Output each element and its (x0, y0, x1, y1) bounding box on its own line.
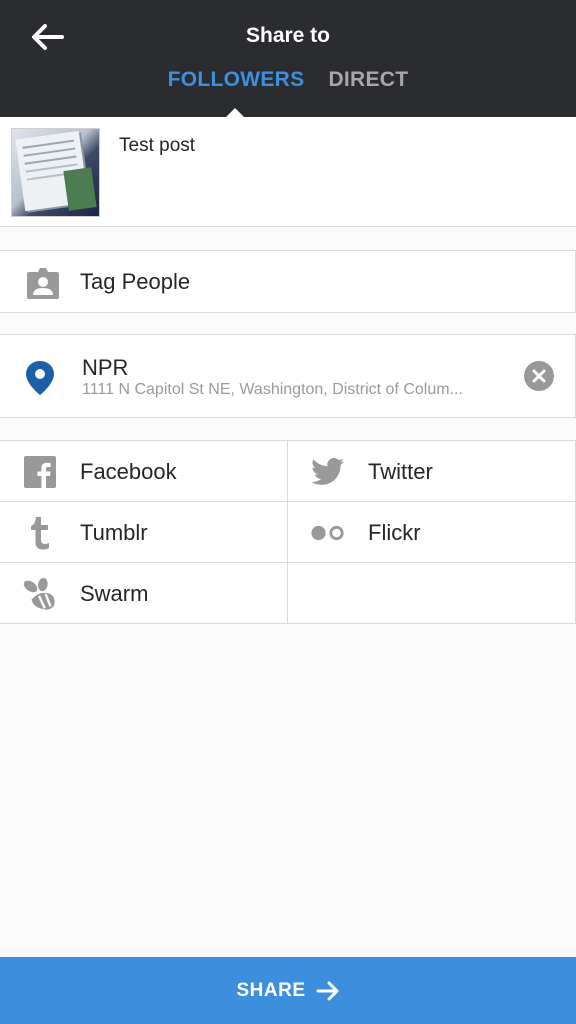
caption-input[interactable]: Test post (119, 135, 195, 157)
share-tumblr[interactable]: Tumblr (0, 502, 287, 563)
flickr-label: Flickr (368, 520, 421, 545)
tag-people-label: Tag People (80, 269, 191, 294)
share-flickr[interactable]: Flickr (288, 502, 575, 563)
share-tabs: FOLLOWERS DIRECT (0, 68, 576, 98)
arrow-right-icon (316, 981, 338, 1000)
facebook-label: Facebook (80, 459, 177, 484)
clear-location-button[interactable] (524, 361, 554, 391)
share-swarm[interactable]: Swarm (0, 563, 287, 624)
swarm-label: Swarm (80, 581, 149, 606)
active-tab-indicator (226, 108, 244, 117)
twitter-label: Twitter (368, 459, 433, 484)
location-name: NPR (82, 355, 129, 380)
share-button-label: SHARE (236, 979, 306, 1001)
share-twitter[interactable]: Twitter (288, 441, 575, 502)
location-address: 1111 N Capitol St NE, Washington, Distri… (82, 381, 463, 398)
share-facebook[interactable]: Facebook (0, 441, 287, 502)
top-bar: Share to FOLLOWERS DIRECT (0, 0, 576, 117)
twitter-icon (311, 458, 345, 485)
tab-direct[interactable]: DIRECT (328, 68, 408, 98)
close-icon (532, 369, 546, 383)
page-title: Share to (245, 24, 331, 47)
tumblr-label: Tumblr (80, 520, 148, 545)
tumblr-icon (31, 517, 49, 550)
share-services-grid: Facebook Twitter Tumblr Flickr Swarm (0, 440, 576, 624)
post-thumbnail (11, 128, 100, 217)
tag-person-icon (27, 268, 59, 299)
flickr-icon (311, 525, 344, 541)
post-preview (0, 117, 576, 227)
share-button[interactable]: SHARE (0, 957, 576, 1024)
tag-people-row[interactable]: Tag People (0, 250, 576, 313)
location-row[interactable]: NPR 1111 N Capitol St NE, Washington, Di… (0, 334, 576, 418)
facebook-icon (24, 456, 56, 488)
location-pin-icon (26, 361, 54, 395)
swarm-icon (23, 577, 55, 610)
tab-followers[interactable]: FOLLOWERS (168, 68, 305, 98)
